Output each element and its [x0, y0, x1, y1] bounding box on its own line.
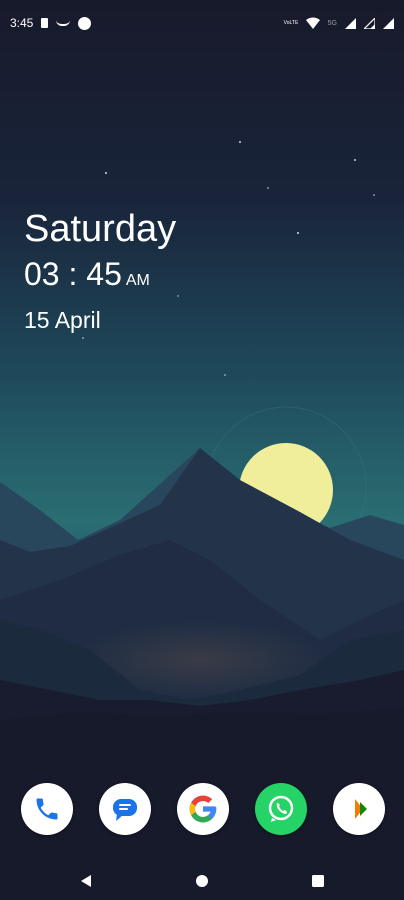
navigation-bar [0, 860, 404, 900]
bhim-icon [355, 799, 367, 819]
status-bar: 3:45 VoLTE 5G [0, 0, 404, 46]
back-button[interactable] [75, 870, 97, 892]
google-app-button[interactable] [177, 783, 229, 835]
time-label: 03 : 45 [24, 256, 122, 292]
bhim-app-button[interactable] [333, 783, 385, 835]
back-icon [81, 875, 91, 887]
whatsapp-icon [268, 795, 294, 822]
battery-icon [383, 17, 394, 29]
sim-icon [41, 18, 49, 28]
clock-widget[interactable]: Saturday 03 : 45 AM 15 April [24, 206, 176, 335]
whatsapp-app-button[interactable] [255, 783, 307, 835]
signal-icon-2 [364, 17, 375, 29]
recents-icon [312, 875, 324, 887]
5g-icon: 5G [327, 19, 337, 27]
wifi-icon [305, 17, 320, 29]
home-icon [196, 875, 208, 887]
wallpaper [0, 0, 404, 900]
home-button[interactable] [191, 870, 213, 892]
signal-icon [345, 17, 356, 29]
app-dock [0, 783, 404, 837]
recents-button[interactable] [307, 870, 329, 892]
volte-icon: VoLTE [283, 20, 299, 26]
missed-call-icon [56, 20, 71, 26]
phone-icon [36, 798, 58, 820]
messages-icon [113, 799, 137, 821]
phone-app-button[interactable] [21, 783, 73, 835]
dot-icon [78, 16, 92, 30]
date-label: 15 April [24, 307, 101, 333]
day-label: Saturday [24, 208, 177, 250]
ampm-label: AM [125, 272, 150, 289]
status-time: 3:45 [10, 16, 34, 30]
google-icon [189, 795, 217, 823]
time-row: 03 : 45 AM [24, 254, 176, 301]
messages-app-button[interactable] [99, 783, 151, 835]
